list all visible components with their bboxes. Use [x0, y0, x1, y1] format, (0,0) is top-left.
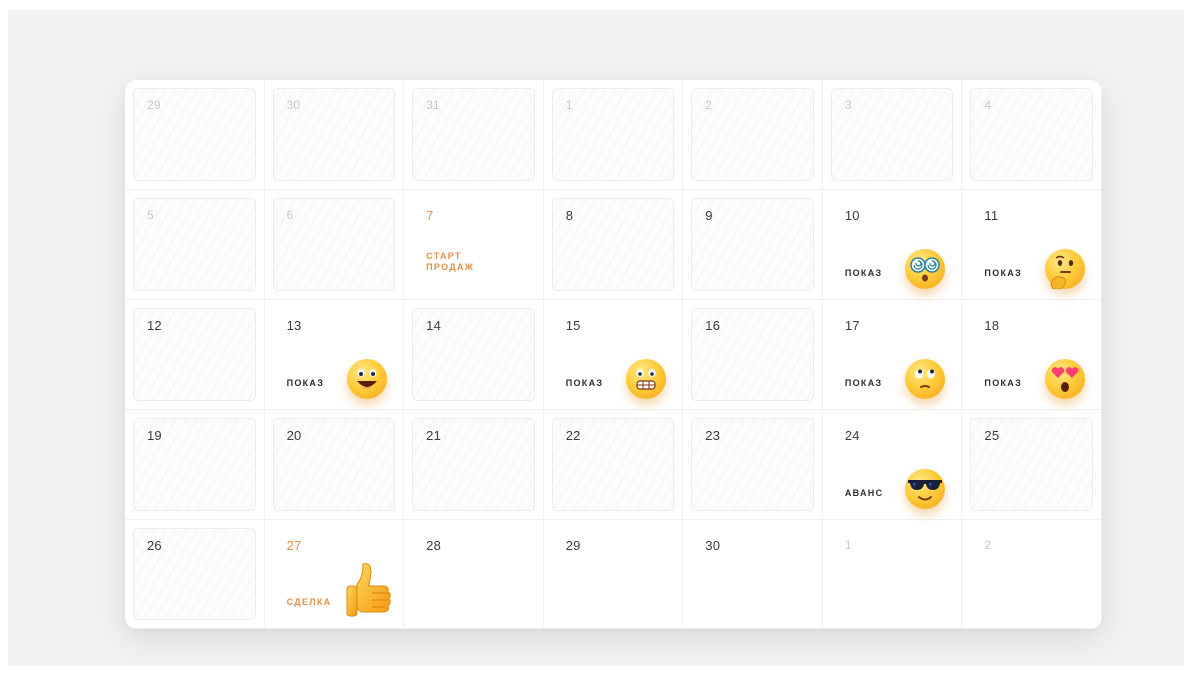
- calendar-day-cell[interactable]: 6: [264, 190, 405, 300]
- calendar-day-cell-event[interactable]: 24 АВАНС: [822, 410, 963, 520]
- day-number: 7: [426, 208, 434, 223]
- calendar-day-cell-event[interactable]: 15 ПОКАЗ: [543, 300, 684, 410]
- calendar-day-cell[interactable]: 5: [125, 190, 265, 300]
- calendar-day-cell[interactable]: 30: [683, 520, 823, 629]
- grinning-face-emoji-icon: [347, 359, 388, 399]
- eye-roll-face-emoji-icon: [905, 359, 946, 399]
- calendar-day-cell[interactable]: 4: [962, 80, 1102, 190]
- event-label: СТАРТ ПРОДАЖ: [426, 251, 475, 272]
- dizzy-face-emoji-icon: [905, 249, 946, 289]
- day-number: 16: [705, 318, 721, 333]
- sunglasses-face-emoji-icon: [905, 469, 946, 509]
- event-label: ПОКАЗ: [984, 268, 1023, 278]
- calendar-day-cell[interactable]: 29: [125, 80, 265, 190]
- day-number: 24: [844, 428, 860, 443]
- calendar-day-cell-event[interactable]: 7 СТАРТ ПРОДАЖ: [404, 190, 544, 300]
- day-number: 5: [147, 208, 154, 222]
- calendar-day-cell[interactable]: 26: [125, 520, 265, 629]
- calendar-day-cell[interactable]: 14: [404, 300, 544, 410]
- day-number: 8: [565, 208, 574, 223]
- event-label: ПОКАЗ: [844, 268, 883, 278]
- calendar-day-cell[interactable]: 19: [125, 410, 265, 520]
- day-number: 15: [565, 318, 581, 333]
- event-label: СДЕЛКА: [286, 597, 332, 607]
- calendar-day-cell[interactable]: 1: [543, 80, 684, 190]
- calendar-day-cell[interactable]: 22: [543, 410, 684, 520]
- calendar-day-cell[interactable]: 23: [683, 410, 823, 520]
- calendar-day-cell[interactable]: 30: [264, 80, 405, 190]
- event-label: ПОКАЗ: [565, 378, 604, 388]
- event-label: ПОКАЗ: [984, 378, 1023, 388]
- day-number: 25: [984, 428, 1000, 443]
- heart-eyes-face-emoji-icon: [1044, 359, 1085, 399]
- calendar-day-cell[interactable]: 8: [543, 190, 684, 300]
- calendar-day-cell[interactable]: 12: [125, 300, 265, 410]
- thumbs-up-emoji-icon: [345, 560, 397, 622]
- day-number: 22: [565, 428, 581, 443]
- day-number: 12: [147, 318, 162, 333]
- event-label: ПОКАЗ: [844, 378, 883, 388]
- day-number: 31: [426, 98, 440, 112]
- event-label: АВАНС: [844, 488, 884, 498]
- calendar-day-cell[interactable]: 9: [683, 190, 823, 300]
- day-number: 13: [286, 318, 302, 333]
- day-number: 20: [286, 428, 302, 443]
- day-number: 10: [844, 208, 860, 223]
- calendar-day-cell-event[interactable]: 17 ПОКАЗ: [822, 300, 963, 410]
- day-number: 30: [286, 98, 301, 112]
- day-number: 4: [984, 98, 992, 112]
- calendar-grid: 29 30 31 1 2 3 4 5 6 7 СТАРТ ПРОДАЖ 8 9 …: [125, 80, 1102, 629]
- calendar-card: 29 30 31 1 2 3 4 5 6 7 СТАРТ ПРОДАЖ 8 9 …: [125, 80, 1102, 629]
- day-number: 1: [844, 538, 852, 552]
- day-number: 26: [147, 538, 162, 553]
- day-number: 29: [147, 98, 161, 112]
- day-number: 30: [705, 538, 721, 553]
- calendar-day-cell-event[interactable]: 11 ПОКАЗ: [962, 190, 1102, 300]
- thinking-face-emoji-icon: [1044, 249, 1085, 289]
- day-number: 23: [705, 428, 721, 443]
- day-number: 14: [426, 318, 442, 333]
- day-number: 2: [984, 538, 992, 552]
- calendar-day-cell[interactable]: 31: [404, 80, 544, 190]
- calendar-day-cell[interactable]: 2: [962, 520, 1102, 629]
- calendar-day-cell-event[interactable]: 13 ПОКАЗ: [264, 300, 405, 410]
- day-number: 9: [705, 208, 713, 223]
- day-number: 29: [565, 538, 581, 553]
- calendar-day-cell-event[interactable]: 18 ПОКАЗ: [962, 300, 1102, 410]
- day-number: 17: [844, 318, 860, 333]
- day-number: 28: [426, 538, 442, 553]
- grimacing-face-emoji-icon: [626, 359, 667, 399]
- day-number: 6: [286, 208, 294, 222]
- calendar-day-cell[interactable]: 25: [962, 410, 1102, 520]
- day-number: 3: [844, 98, 852, 112]
- page-background: 29 30 31 1 2 3 4 5 6 7 СТАРТ ПРОДАЖ 8 9 …: [8, 10, 1184, 666]
- day-number: 19: [147, 428, 162, 443]
- day-number: 2: [705, 98, 713, 112]
- day-number: 11: [984, 208, 999, 223]
- calendar-day-cell[interactable]: 2: [683, 80, 823, 190]
- calendar-day-cell[interactable]: 29: [543, 520, 684, 629]
- calendar-day-cell[interactable]: 16: [683, 300, 823, 410]
- day-number: 1: [565, 98, 573, 112]
- day-number: 21: [426, 428, 442, 443]
- calendar-day-cell[interactable]: 21: [404, 410, 544, 520]
- day-number: 27: [286, 538, 302, 553]
- calendar-day-cell-event[interactable]: 27 СДЕЛКА: [264, 520, 405, 629]
- calendar-day-cell[interactable]: 20: [264, 410, 405, 520]
- calendar-day-cell[interactable]: 3: [822, 80, 963, 190]
- calendar-day-cell-event[interactable]: 10 ПОКАЗ: [822, 190, 963, 300]
- event-label: ПОКАЗ: [286, 378, 325, 388]
- day-number: 18: [984, 318, 1000, 333]
- calendar-day-cell[interactable]: 1: [822, 520, 963, 629]
- calendar-day-cell[interactable]: 28: [404, 520, 544, 629]
